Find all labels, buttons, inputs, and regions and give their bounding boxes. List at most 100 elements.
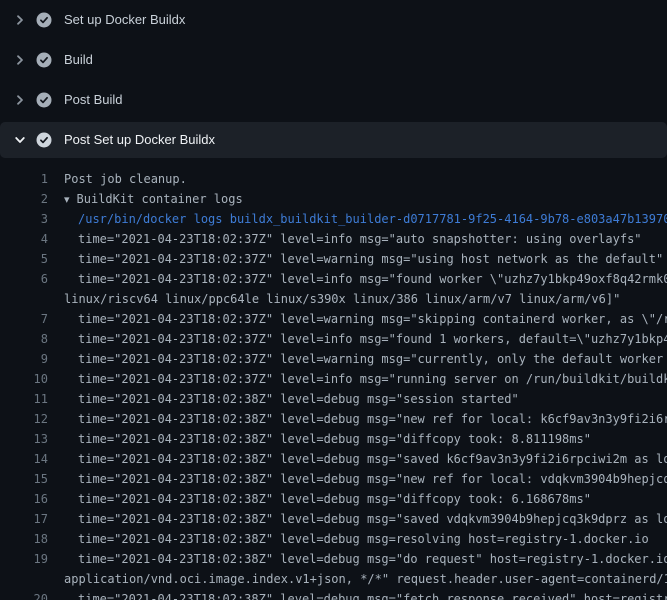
log-line-text: time="2021-04-23T18:02:38Z" level=debug … xyxy=(78,452,667,466)
log-row: 2 ▾ BuildKit container logs xyxy=(0,189,667,209)
log-row: 12 time="2021-04-23T18:02:38Z" level=deb… xyxy=(0,409,667,429)
check-circle-icon xyxy=(36,12,52,28)
log-line: ▾ BuildKit container logs xyxy=(64,192,667,206)
log-row: 20 time="2021-04-23T18:02:38Z" level=deb… xyxy=(0,589,667,600)
check-circle-icon xyxy=(36,52,52,68)
log-row: 10 time="2021-04-23T18:02:37Z" level=inf… xyxy=(0,369,667,389)
log-row: 19 time="2021-04-23T18:02:38Z" level=deb… xyxy=(0,549,667,569)
log-line-text: time="2021-04-23T18:02:37Z" level=info m… xyxy=(78,332,667,346)
log-row: 3 /usr/bin/docker logs buildx_buildkit_b… xyxy=(0,209,667,229)
step-row-post-build[interactable]: Post Build xyxy=(0,80,667,120)
log-line-text: time="2021-04-23T18:02:38Z" level=debug … xyxy=(78,512,667,526)
log-line-number[interactable]: 7 xyxy=(0,312,48,326)
log-row: 6 time="2021-04-23T18:02:37Z" level=info… xyxy=(0,269,667,289)
log-line-text: time="2021-04-23T18:02:37Z" level=warnin… xyxy=(78,312,667,326)
chevron-right-icon xyxy=(12,12,28,28)
step-row-post-set-up-docker-buildx[interactable]: Post Set up Docker Buildx xyxy=(0,122,667,158)
log-line: application/vnd.oci.image.index.v1+json,… xyxy=(64,572,667,586)
log-group-toggle-icon[interactable]: ▾ xyxy=(64,193,70,206)
log-line: time="2021-04-23T18:02:38Z" level=debug … xyxy=(64,432,667,446)
log-line: time="2021-04-23T18:02:37Z" level=info m… xyxy=(64,372,667,386)
log-row: 8 time="2021-04-23T18:02:37Z" level=info… xyxy=(0,329,667,349)
chevron-right-icon xyxy=(12,52,28,68)
log-line: time="2021-04-23T18:02:38Z" level=debug … xyxy=(64,512,667,526)
log-line-number[interactable]: 8 xyxy=(0,332,48,346)
log-viewer: 1 Post job cleanup. 2 ▾ BuildKit containe… xyxy=(0,160,667,600)
step-row-set-up-docker-buildx[interactable]: Set up Docker Buildx xyxy=(0,0,667,40)
log-line-number[interactable]: 4 xyxy=(0,232,48,246)
log-row: 7 time="2021-04-23T18:02:37Z" level=warn… xyxy=(0,309,667,329)
log-row-continuation: application/vnd.oci.image.index.v1+json,… xyxy=(0,569,667,589)
log-line-text: time="2021-04-23T18:02:38Z" level=debug … xyxy=(78,592,667,600)
log-line-text: application/vnd.oci.image.index.v1+json,… xyxy=(64,572,667,586)
log-line-number[interactable]: 3 xyxy=(0,212,48,226)
chevron-right-icon xyxy=(12,92,28,108)
log-line-text: BuildKit container logs xyxy=(77,192,243,206)
step-label: Build xyxy=(64,52,93,68)
log-line: time="2021-04-23T18:02:38Z" level=debug … xyxy=(64,532,667,546)
log-line: time="2021-04-23T18:02:37Z" level=info m… xyxy=(64,272,667,286)
log-line: time="2021-04-23T18:02:38Z" level=debug … xyxy=(64,472,667,486)
log-line-number[interactable]: 9 xyxy=(0,352,48,366)
log-line-number[interactable]: 2 xyxy=(0,192,48,206)
log-line-number[interactable]: 5 xyxy=(0,252,48,266)
log-row: 1 Post job cleanup. xyxy=(0,169,667,189)
log-line-number[interactable]: 20 xyxy=(0,592,48,600)
step-label: Set up Docker Buildx xyxy=(64,12,185,28)
log-line-text: time="2021-04-23T18:02:38Z" level=debug … xyxy=(78,432,591,446)
log-line-text: time="2021-04-23T18:02:37Z" level=info m… xyxy=(78,232,642,246)
chevron-down-icon xyxy=(12,132,28,148)
log-line-number[interactable]: 16 xyxy=(0,492,48,506)
log-line: time="2021-04-23T18:02:38Z" level=debug … xyxy=(64,392,667,406)
step-label: Post Set up Docker Buildx xyxy=(64,132,215,148)
log-line-text: time="2021-04-23T18:02:38Z" level=debug … xyxy=(78,412,667,426)
log-line: /usr/bin/docker logs buildx_buildkit_bui… xyxy=(64,212,667,226)
log-line-text: /usr/bin/docker logs buildx_buildkit_bui… xyxy=(78,212,667,226)
log-line-text: time="2021-04-23T18:02:38Z" level=debug … xyxy=(78,472,667,486)
log-line: time="2021-04-23T18:02:37Z" level=warnin… xyxy=(64,312,667,326)
log-line-number[interactable]: 12 xyxy=(0,412,48,426)
log-row: 18 time="2021-04-23T18:02:38Z" level=deb… xyxy=(0,529,667,549)
log-line: time="2021-04-23T18:02:37Z" level=info m… xyxy=(64,232,667,246)
log-line-text: time="2021-04-23T18:02:38Z" level=debug … xyxy=(78,552,667,566)
step-label: Post Build xyxy=(64,92,123,108)
log-line: time="2021-04-23T18:02:37Z" level=warnin… xyxy=(64,352,667,366)
log-line-number[interactable]: 11 xyxy=(0,392,48,406)
log-line-number[interactable]: 1 xyxy=(0,172,48,186)
log-line: time="2021-04-23T18:02:38Z" level=debug … xyxy=(64,552,667,566)
log-line: time="2021-04-23T18:02:37Z" level=info m… xyxy=(64,332,667,346)
log-row: 15 time="2021-04-23T18:02:38Z" level=deb… xyxy=(0,469,667,489)
log-row: 17 time="2021-04-23T18:02:38Z" level=deb… xyxy=(0,509,667,529)
log-line: Post job cleanup. xyxy=(64,172,667,186)
log-row: 11 time="2021-04-23T18:02:38Z" level=deb… xyxy=(0,389,667,409)
steps-list: Set up Docker Buildx Build Post Build Po… xyxy=(0,0,667,158)
log-line-number[interactable]: 15 xyxy=(0,472,48,486)
log-line-text: time="2021-04-23T18:02:37Z" level=warnin… xyxy=(78,352,667,366)
log-line-number[interactable]: 6 xyxy=(0,272,48,286)
log-line-text: time="2021-04-23T18:02:38Z" level=debug … xyxy=(78,392,519,406)
check-circle-icon xyxy=(36,92,52,108)
log-line-number[interactable]: 14 xyxy=(0,452,48,466)
log-row: 5 time="2021-04-23T18:02:37Z" level=warn… xyxy=(0,249,667,269)
log-line-number[interactable]: 19 xyxy=(0,552,48,566)
log-row: 14 time="2021-04-23T18:02:38Z" level=deb… xyxy=(0,449,667,469)
log-line-text: time="2021-04-23T18:02:37Z" level=info m… xyxy=(78,372,667,386)
log-line-number[interactable]: 17 xyxy=(0,512,48,526)
log-line-text: linux/riscv64 linux/ppc64le linux/s390x … xyxy=(64,292,620,306)
check-circle-icon xyxy=(36,132,52,148)
log-row-continuation: linux/riscv64 linux/ppc64le linux/s390x … xyxy=(0,289,667,309)
log-row: 16 time="2021-04-23T18:02:38Z" level=deb… xyxy=(0,489,667,509)
log-row: 13 time="2021-04-23T18:02:38Z" level=deb… xyxy=(0,429,667,449)
log-line-text: time="2021-04-23T18:02:38Z" level=debug … xyxy=(78,532,649,546)
log-line: linux/riscv64 linux/ppc64le linux/s390x … xyxy=(64,292,667,306)
log-line: time="2021-04-23T18:02:38Z" level=debug … xyxy=(64,592,667,600)
log-line-text: time="2021-04-23T18:02:37Z" level=info m… xyxy=(78,272,667,286)
log-line-number[interactable]: 10 xyxy=(0,372,48,386)
log-row: 4 time="2021-04-23T18:02:37Z" level=info… xyxy=(0,229,667,249)
step-row-build[interactable]: Build xyxy=(0,40,667,80)
actions-log-panel: Set up Docker Buildx Build Post Build Po… xyxy=(0,0,667,600)
log-line-text: time="2021-04-23T18:02:38Z" level=debug … xyxy=(78,492,591,506)
log-line-number[interactable]: 13 xyxy=(0,432,48,446)
log-line-number[interactable]: 18 xyxy=(0,532,48,546)
log-line-text: Post job cleanup. xyxy=(64,172,187,186)
